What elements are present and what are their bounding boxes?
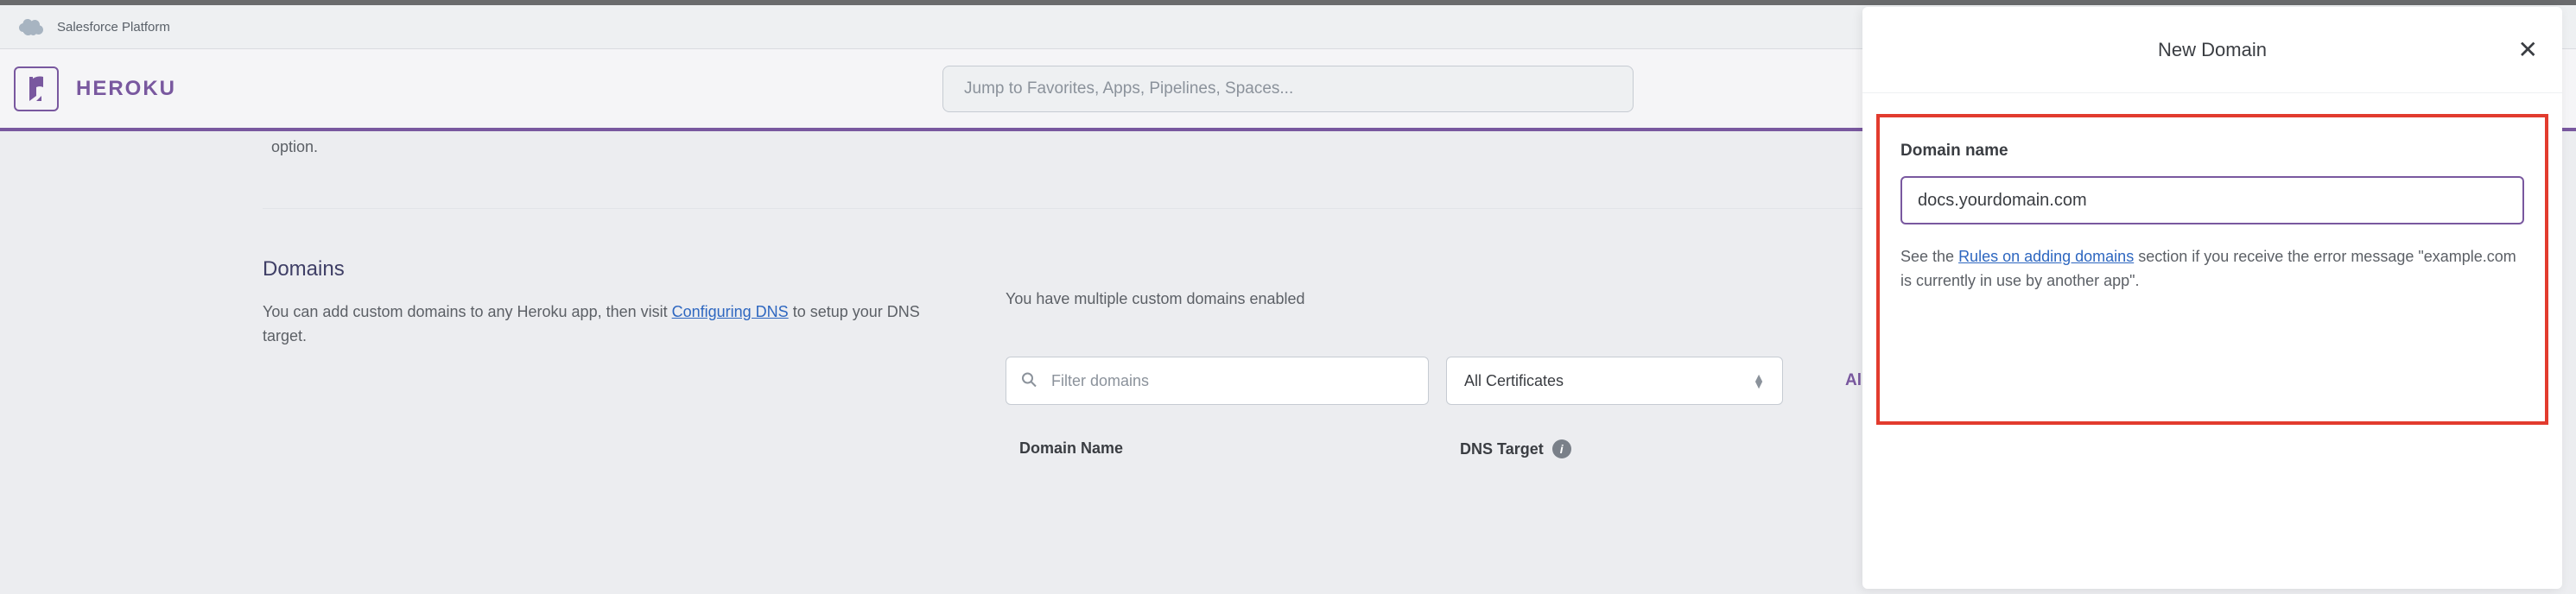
trailing-option-text: option.	[263, 138, 1973, 156]
domains-section-description: You can add custom domains to any Heroku…	[263, 300, 954, 349]
rules-link[interactable]: Rules on adding domains	[1958, 248, 2134, 265]
domains-status-text: You have multiple custom domains enabled	[1006, 290, 1973, 308]
filter-domains-input[interactable]	[1006, 357, 1429, 405]
domains-section-title: Domains	[263, 257, 954, 281]
global-search-wrap	[942, 66, 1634, 112]
salesforce-cloud-icon	[17, 17, 47, 36]
search-icon	[1021, 372, 1037, 390]
domains-table-header: Domain Name DNS Target i	[1006, 439, 1973, 458]
info-icon[interactable]: i	[1552, 439, 1571, 458]
panel-title: New Domain	[2158, 39, 2267, 61]
domains-filter-row: All Certificates ▲▼ All Domains ▲▼	[1006, 357, 1973, 405]
heroku-brand-text[interactable]: HEROKU	[76, 77, 176, 101]
configuring-dns-link[interactable]: Configuring DNS	[672, 303, 789, 320]
select-updown-icon: ▲▼	[1753, 374, 1765, 389]
domain-help-text: See the Rules on adding domains section …	[1900, 245, 2524, 294]
panel-header: New Domain ✕	[1862, 7, 2562, 93]
domain-name-label: Domain name	[1900, 142, 2524, 161]
help-pre: See the	[1900, 248, 1958, 265]
panel-body-highlight: Domain name See the Rules on adding doma…	[1876, 114, 2548, 425]
heroku-logo-icon[interactable]	[14, 66, 59, 111]
domains-desc-pre: You can add custom domains to any Heroku…	[263, 303, 672, 320]
col-dns-target: DNS Target	[1460, 440, 1544, 458]
section-divider	[263, 208, 1973, 209]
new-domain-panel: New Domain ✕ Domain name See the Rules o…	[1862, 7, 2562, 589]
col-domain-name: Domain Name	[1019, 439, 1123, 458]
platform-label: Salesforce Platform	[57, 20, 170, 35]
close-panel-button[interactable]: ✕	[2518, 38, 2538, 62]
domain-name-input[interactable]	[1900, 176, 2524, 224]
close-icon: ✕	[2518, 36, 2538, 63]
global-search-input[interactable]	[942, 66, 1634, 112]
certificates-select-value: All Certificates	[1464, 372, 1564, 390]
certificates-select[interactable]: All Certificates ▲▼	[1446, 357, 1783, 405]
